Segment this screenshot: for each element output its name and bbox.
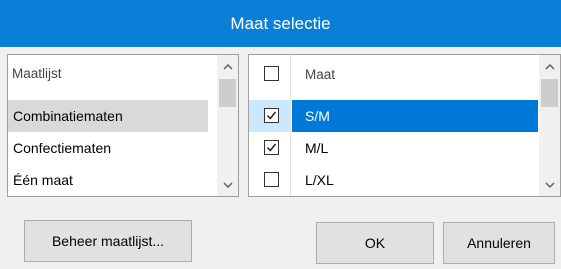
chevron-up-icon[interactable]: [539, 56, 560, 76]
scroll-thumb[interactable]: [219, 79, 236, 107]
ok-button[interactable]: OK: [316, 222, 434, 264]
row-checkbox[interactable]: [264, 108, 279, 123]
row-checkbox[interactable]: [264, 172, 279, 187]
grid-row-m-l[interactable]: M/L: [249, 132, 538, 164]
row-size-name: S/M: [292, 100, 538, 132]
checkmark-icon: [266, 143, 277, 152]
chevron-down-icon[interactable]: [217, 175, 238, 195]
dialog-title: Maat selectie: [230, 13, 331, 33]
manage-button-label: Beheer maatlijst...: [51, 233, 165, 249]
list-item-label: Confectiematen: [13, 140, 112, 156]
list-item-confectiematen[interactable]: Confectiematen: [8, 132, 208, 164]
list-item-combinatiematen[interactable]: Combinatiematen: [8, 100, 208, 132]
size-list-panel[interactable]: Maatlijst Combinatiematen Confectiematen…: [7, 54, 239, 197]
cancel-button[interactable]: Annuleren: [443, 222, 555, 264]
checkmark-icon: [266, 111, 277, 120]
dialog-title-bar: Maat selectie: [0, 0, 561, 47]
select-all-checkbox[interactable]: [264, 66, 279, 81]
scroll-thumb[interactable]: [541, 79, 558, 107]
list-item-label: Combinatiematen: [13, 108, 123, 124]
row-checkbox[interactable]: [264, 140, 279, 155]
size-grid-panel[interactable]: Maat S/M M/L L/XL: [248, 54, 561, 197]
row-size-name: M/L: [305, 140, 329, 156]
list-item-een-maat[interactable]: Één maat: [8, 164, 208, 196]
grid-row-s-m[interactable]: S/M: [249, 100, 538, 132]
list-item-label: Één maat: [13, 172, 73, 188]
size-list-header: Maatlijst: [12, 66, 62, 81]
manage-size-list-button[interactable]: Beheer maatlijst...: [24, 220, 192, 262]
cancel-button-label: Annuleren: [467, 235, 531, 251]
grid-row-l-xl[interactable]: L/XL: [249, 164, 538, 196]
size-grid-scrollbar[interactable]: [539, 55, 560, 196]
size-grid-header: Maat: [305, 67, 336, 82]
chevron-up-icon[interactable]: [217, 56, 238, 76]
size-list-scrollbar[interactable]: [217, 55, 238, 196]
row-size-name: L/XL: [305, 172, 334, 188]
ok-button-label: OK: [364, 235, 386, 251]
chevron-down-icon[interactable]: [539, 175, 560, 195]
